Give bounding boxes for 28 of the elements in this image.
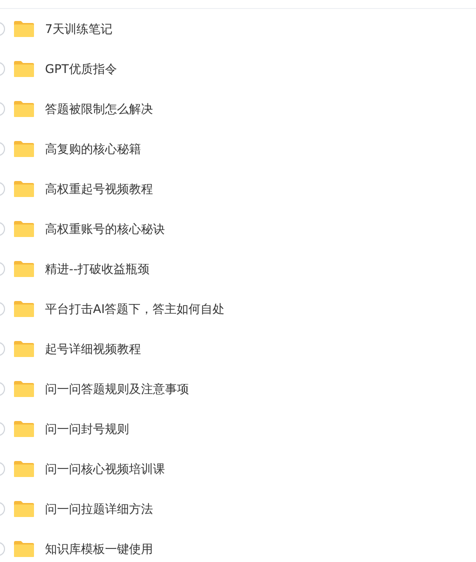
folder-icon <box>13 540 35 558</box>
folder-name[interactable]: GPT优质指令 <box>45 60 117 78</box>
folder-name[interactable]: 知识库模板一键使用 <box>45 540 153 558</box>
folder-icon <box>13 340 35 358</box>
folder-icon <box>13 500 35 518</box>
folder-name[interactable]: 问一问核心视频培训课 <box>45 460 165 478</box>
folder-name[interactable]: 起号详细视频教程 <box>45 340 141 358</box>
folder-name[interactable]: 高权重账号的核心秘诀 <box>45 220 165 238</box>
folder-name[interactable]: 精进--打破收益瓶颈 <box>45 260 150 278</box>
folder-icon <box>13 260 35 278</box>
folder-name[interactable]: 高权重起号视频教程 <box>45 180 153 198</box>
folder-icon <box>13 140 35 158</box>
folder-name[interactable]: 问一问封号规则 <box>45 420 129 438</box>
folder-name[interactable]: 高复购的核心秘籍 <box>45 140 141 158</box>
folder-name[interactable]: 问一问答题规则及注意事项 <box>45 380 189 398</box>
folder-icon <box>13 100 35 118</box>
folder-icon <box>13 300 35 318</box>
folder-icon <box>13 20 35 38</box>
folder-icon <box>13 180 35 198</box>
folder-icon <box>13 380 35 398</box>
folder-name[interactable]: 问一问拉题详细方法 <box>45 500 153 518</box>
folder-icon <box>13 460 35 478</box>
folder-name[interactable]: 答题被限制怎么解决 <box>45 100 153 118</box>
folder-name[interactable]: 7天训练笔记 <box>45 20 113 38</box>
folder-icon <box>13 420 35 438</box>
folder-icon <box>13 220 35 238</box>
folder-icon <box>13 60 35 78</box>
folder-name[interactable]: 平台打击AI答题下，答主如何自处 <box>45 300 225 318</box>
